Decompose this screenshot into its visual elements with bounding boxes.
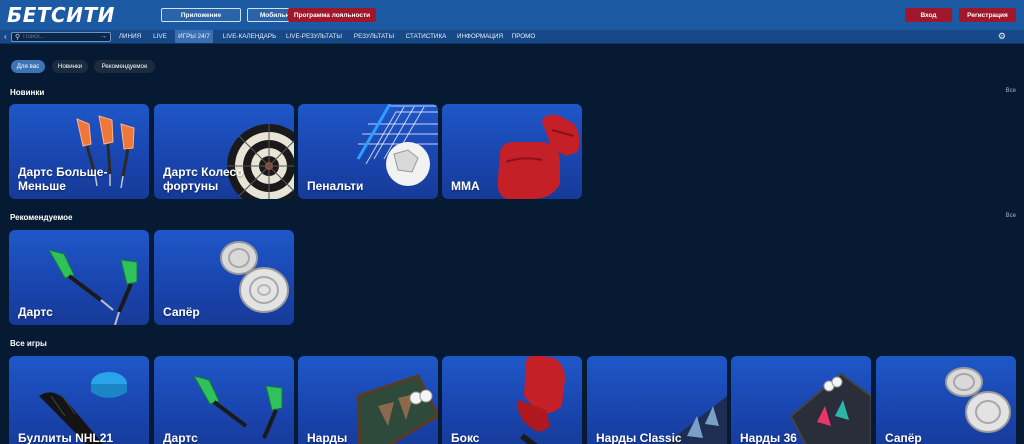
nav-item-line[interactable]: ЛИНИЯ: [117, 30, 143, 43]
site-logo[interactable]: БЕТСИТИ: [7, 3, 115, 27]
game-card-backgammon[interactable]: Нарды: [298, 356, 438, 444]
game-title: MMA: [451, 179, 480, 193]
chip-for-you[interactable]: Для вас: [11, 60, 45, 73]
game-card-darts-hilo[interactable]: Дартс Больше-Меньше: [9, 104, 149, 199]
game-title: Нарды Classic: [596, 431, 682, 444]
nav-item-statistics[interactable]: СТАТИСТИКА: [404, 30, 448, 43]
game-card-darts[interactable]: Дартс: [9, 230, 149, 325]
game-title: Нарды 36: [740, 431, 797, 444]
login-button[interactable]: Вход: [905, 8, 952, 22]
nav-item-live-calendar[interactable]: LIVE-КАЛЕНДАРЬ: [221, 30, 278, 43]
game-card-minesweeper-2[interactable]: Сапёр: [876, 356, 1016, 444]
nav-item-live[interactable]: LIVE: [150, 30, 170, 43]
see-all-new-link[interactable]: Все: [1006, 88, 1016, 94]
game-title: Дартс Больше-Меньше: [18, 165, 108, 193]
settings-gear-icon[interactable]: ⚙: [998, 31, 1006, 42]
game-title: Буллиты NHL21: [18, 431, 114, 444]
game-card-darts-2[interactable]: Дартс: [154, 356, 294, 444]
nav-item-results[interactable]: РЕЗУЛЬТАТЫ: [351, 30, 397, 43]
search-input[interactable]: [23, 34, 94, 40]
nav-back-icon[interactable]: ‹: [4, 32, 7, 41]
game-card-minesweeper[interactable]: Сапёр: [154, 230, 294, 325]
game-card-boxing[interactable]: Бокс: [442, 356, 582, 444]
game-title: Нарды: [307, 431, 348, 444]
register-button[interactable]: Регистрация: [959, 8, 1016, 22]
game-card-hockey-shootout[interactable]: Буллиты NHL21: [9, 356, 149, 444]
top-header: БЕТСИТИ Приложение Мобильный сайт Програ…: [0, 0, 1024, 30]
nav-item-promo[interactable]: ПРОМО: [510, 30, 537, 43]
main-nav: ‹ ⚲ → ЛИНИЯ LIVE ИГРЫ 24/7 LIVE-КАЛЕНДАР…: [0, 30, 1024, 44]
see-all-recommended-link[interactable]: Все: [1006, 213, 1016, 219]
search-submit-icon[interactable]: →: [100, 33, 107, 40]
game-title: Бокс: [451, 431, 480, 444]
chip-recommended[interactable]: Рекомендуемое: [94, 60, 155, 73]
game-card-backgammon-classic[interactable]: Нарды Classic: [587, 356, 727, 444]
app-button[interactable]: Приложение: [161, 8, 241, 22]
game-title: Дартс Колесо фортуны: [163, 165, 244, 193]
nav-item-games[interactable]: ИГРЫ 24/7: [175, 30, 213, 43]
game-title: Сапёр: [163, 305, 200, 319]
game-title: Сапёр: [885, 431, 922, 444]
chip-new[interactable]: Новинки: [52, 60, 88, 73]
game-card-mma[interactable]: MMA: [442, 104, 582, 199]
game-card-darts-wheel[interactable]: Дартс Колесо фортуны: [154, 104, 294, 199]
section-title-new: Новинки: [10, 88, 45, 97]
game-title: Дартс: [18, 305, 53, 319]
section-title-all-games: Все игры: [10, 339, 47, 348]
nav-item-info[interactable]: ИНФОРМАЦИЯ: [455, 30, 505, 43]
nav-item-live-results[interactable]: LIVE-РЕЗУЛЬТАТЫ: [284, 30, 344, 43]
game-card-penalty[interactable]: Пенальти: [298, 104, 438, 199]
game-title: Пенальти: [307, 179, 364, 193]
search-box: ⚲ →: [11, 32, 111, 42]
game-title: Дартс: [163, 431, 198, 444]
section-title-recommended: Рекомендуемое: [10, 213, 73, 222]
game-card-backgammon-36[interactable]: Нарды 36: [731, 356, 871, 444]
loyalty-program-button[interactable]: Программа лояльности: [288, 8, 376, 22]
search-icon: ⚲: [15, 34, 21, 41]
